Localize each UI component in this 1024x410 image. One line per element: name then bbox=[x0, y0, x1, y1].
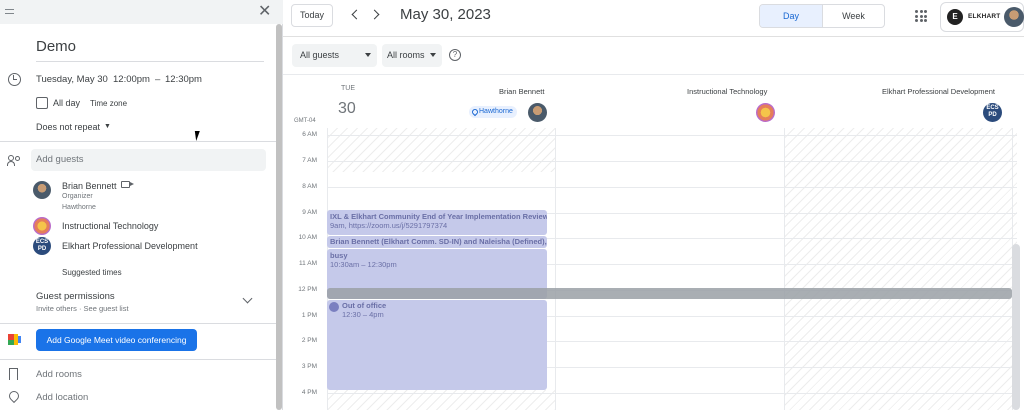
view-switcher: Day Week bbox=[759, 4, 885, 28]
google-meet-icon bbox=[8, 334, 21, 345]
video-camera-icon bbox=[121, 181, 134, 188]
event-time: 10:30am – 12:30pm bbox=[330, 260, 397, 269]
divider bbox=[0, 323, 276, 324]
hour-line bbox=[327, 393, 1017, 394]
resource-column-header: Instructional Technology bbox=[687, 87, 768, 96]
avatar: ECS PD bbox=[983, 103, 1002, 122]
hour-label: 9 AM bbox=[302, 209, 317, 216]
hour-line bbox=[327, 161, 1017, 162]
caret-down-icon: ▼ bbox=[104, 123, 111, 130]
rooms-filter-dropdown[interactable]: All rooms bbox=[382, 44, 442, 67]
time-separator: – bbox=[155, 74, 161, 85]
day-of-week: TUE bbox=[341, 85, 355, 92]
hour-label: 3 PM bbox=[301, 363, 317, 370]
account-switcher[interactable]: E ELKHART bbox=[940, 2, 1024, 32]
chevron-left-icon[interactable] bbox=[351, 9, 362, 20]
timezone-label: GMT-04 bbox=[294, 118, 316, 124]
hour-label: 8 AM bbox=[302, 183, 317, 190]
selected-time-slot[interactable] bbox=[327, 288, 1012, 299]
hour-line bbox=[327, 187, 1017, 188]
guests-filter-dropdown[interactable]: All guests bbox=[292, 44, 377, 67]
hour-label: 10 AM bbox=[298, 234, 317, 241]
help-icon[interactable]: ? bbox=[449, 49, 461, 61]
event-title: Brian Bennett (Elkhart Comm. SD-IN) and … bbox=[330, 237, 547, 246]
event-date[interactable]: Tuesday, May 30 bbox=[36, 74, 108, 85]
avatar bbox=[33, 181, 51, 199]
add-guests-input[interactable]: Add guests bbox=[31, 149, 266, 171]
calendar-event[interactable]: Brian Bennett (Elkhart Comm. SD-IN) and … bbox=[327, 236, 547, 248]
clock-icon bbox=[8, 73, 21, 86]
close-icon[interactable]: ✕ bbox=[258, 4, 271, 20]
event-title: Out of office bbox=[342, 301, 387, 310]
guests-filter-label: All guests bbox=[300, 50, 340, 60]
guest-permissions-summary: Invite others · See guest list bbox=[36, 304, 129, 313]
hour-label: 6 AM bbox=[302, 131, 317, 138]
week-view-button[interactable]: Week bbox=[822, 5, 884, 27]
guest-name: Instructional Technology bbox=[62, 221, 159, 231]
add-meet-button[interactable]: Add Google Meet video conferencing bbox=[36, 329, 197, 351]
location-pin-icon bbox=[6, 388, 22, 404]
add-location-input[interactable]: Add location bbox=[36, 392, 88, 403]
suggested-times-link[interactable]: Suggested times bbox=[62, 268, 122, 277]
room-icon bbox=[9, 368, 18, 380]
avatar: ECS PD bbox=[33, 237, 51, 255]
event-title-input[interactable]: Demo bbox=[36, 38, 264, 62]
hour-label: 12 PM bbox=[298, 286, 317, 293]
repeat-dropdown[interactable]: Does not repeat bbox=[36, 122, 100, 132]
all-day-label: All day bbox=[53, 98, 81, 108]
divider bbox=[0, 141, 276, 142]
guest-role: Organizer bbox=[62, 193, 93, 200]
panel-scrollbar[interactable] bbox=[276, 24, 282, 410]
calendar-scrollbar[interactable] bbox=[1012, 244, 1020, 410]
event-title: IXL & Elkhart Community End of Year Impl… bbox=[330, 212, 547, 221]
start-time[interactable]: 12:00pm bbox=[113, 74, 150, 85]
event-details: 9am, https://zoom.us/j/5291797374 bbox=[330, 221, 448, 230]
caret-down-icon bbox=[430, 53, 436, 57]
avatar bbox=[528, 103, 547, 122]
guest-location: Hawthorne bbox=[62, 204, 96, 211]
event-status: busy bbox=[330, 251, 348, 260]
location-chip: Hawthorne bbox=[469, 106, 517, 118]
organization-logo: E bbox=[947, 9, 963, 25]
guest-name: Brian Bennett bbox=[62, 181, 117, 191]
rooms-filter-label: All rooms bbox=[387, 50, 425, 60]
hour-label: 4 PM bbox=[301, 389, 317, 396]
avatar bbox=[33, 217, 51, 235]
resource-column-header: Brian Bennett bbox=[499, 87, 545, 96]
hour-label: 7 AM bbox=[302, 157, 317, 164]
drag-handle-icon[interactable] bbox=[5, 9, 14, 14]
chevron-right-icon[interactable] bbox=[369, 9, 380, 20]
all-day-checkbox[interactable] bbox=[36, 97, 48, 109]
guest-permissions-label[interactable]: Guest permissions bbox=[36, 291, 115, 302]
divider bbox=[283, 74, 1024, 75]
day-view-button[interactable]: Day bbox=[760, 5, 822, 27]
time-zone-button[interactable]: Time zone bbox=[90, 99, 127, 108]
avatar[interactable] bbox=[1004, 7, 1024, 27]
guest-name: Elkhart Professional Development bbox=[62, 241, 198, 251]
divider bbox=[283, 36, 1024, 37]
hour-label: 2 PM bbox=[301, 337, 317, 344]
chevron-down-icon[interactable] bbox=[242, 293, 253, 304]
divider bbox=[0, 359, 276, 360]
date-title: May 30, 2023 bbox=[400, 6, 491, 23]
hour-label: 11 AM bbox=[299, 260, 317, 267]
apps-grid-icon[interactable] bbox=[915, 10, 927, 22]
people-icon bbox=[7, 155, 22, 166]
calendar-event[interactable]: IXL & Elkhart Community End of Year Impl… bbox=[327, 210, 547, 235]
today-button[interactable]: Today bbox=[291, 4, 333, 27]
end-time[interactable]: 12:30pm bbox=[165, 74, 202, 85]
event-editor-panel: ✕ Demo Tuesday, May 30 12:00pm – 12:30pm… bbox=[0, 0, 283, 410]
day-number[interactable]: 30 bbox=[338, 100, 356, 118]
caret-down-icon bbox=[365, 53, 371, 57]
out-of-office-icon bbox=[329, 302, 339, 312]
organization-name: ELKHART bbox=[968, 13, 1001, 20]
add-rooms-input[interactable]: Add rooms bbox=[36, 369, 82, 380]
resource-column-header: Elkhart Professional Development bbox=[882, 87, 995, 96]
hour-label: 1 PM bbox=[301, 312, 317, 319]
panel-header: ✕ bbox=[0, 0, 283, 24]
out-of-office-event[interactable]: Out of office 12:30 – 4pm bbox=[327, 300, 547, 390]
hour-line bbox=[327, 135, 1017, 136]
avatar bbox=[756, 103, 775, 122]
event-time: 12:30 – 4pm bbox=[342, 310, 384, 319]
